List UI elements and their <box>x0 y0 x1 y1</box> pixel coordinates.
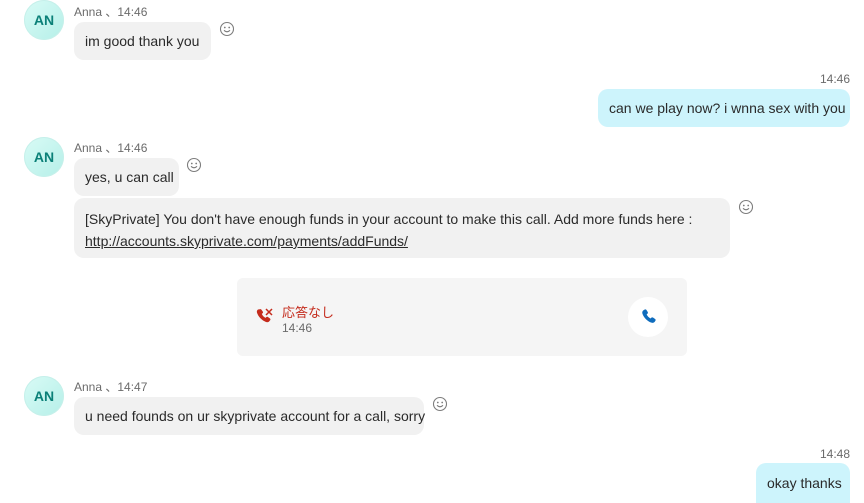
smiley-face-icon[interactable] <box>432 396 448 412</box>
smiley-face-icon[interactable] <box>219 21 235 37</box>
outgoing-message-bubble[interactable]: okay thanks <box>756 463 850 503</box>
phone-icon <box>642 309 656 323</box>
missed-call-icon <box>256 308 273 323</box>
smiley-face-icon[interactable] <box>186 157 202 173</box>
call-back-button[interactable] <box>628 297 668 337</box>
avatar[interactable]: AN <box>24 376 64 416</box>
add-funds-link[interactable]: http://accounts.skyprivate.com/payments/… <box>85 233 408 249</box>
call-status: 応答なし <box>282 305 335 320</box>
message-text: yes, u can call <box>85 169 174 185</box>
message-text: can we play now? i wnna sex with you <box>609 100 846 116</box>
message-meta: Anna 、14:46 <box>74 5 148 19</box>
avatar[interactable]: AN <box>24 137 64 177</box>
avatar[interactable]: AN <box>24 0 64 40</box>
incoming-message-bubble[interactable]: yes, u can call <box>74 158 179 196</box>
message-meta: Anna 、14:47 <box>74 380 148 394</box>
incoming-message-bubble[interactable]: im good thank you <box>74 22 211 60</box>
message-time: 14:48 <box>819 447 850 461</box>
message-text: [SkyPrivate] You don't have enough funds… <box>85 211 693 227</box>
message-text: u need founds on ur skyprivate account f… <box>85 408 426 424</box>
message-time: 14:46 <box>819 72 850 86</box>
outgoing-message-bubble[interactable]: can we play now? i wnna sex with you <box>598 89 850 127</box>
call-time: 14:46 <box>282 321 313 335</box>
message-meta: Anna 、14:46 <box>74 141 148 155</box>
smiley-face-icon[interactable] <box>738 199 754 215</box>
missed-call-card[interactable]: 応答なし 14:46 <box>237 278 687 356</box>
incoming-message-bubble[interactable]: u need founds on ur skyprivate account f… <box>74 397 426 435</box>
message-text: im good thank you <box>85 33 200 49</box>
message-text: okay thanks <box>767 475 842 491</box>
incoming-message-bubble[interactable]: [SkyPrivate] You don't have enough funds… <box>74 198 730 258</box>
